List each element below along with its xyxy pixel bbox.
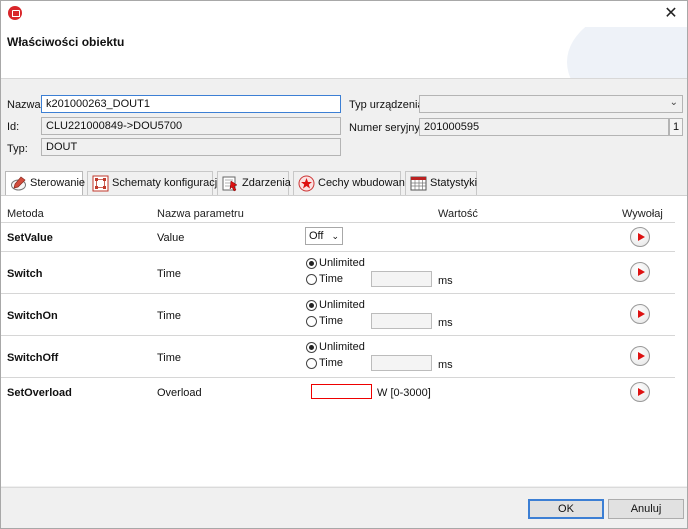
header-band: Właściwości obiektu — [1, 27, 687, 79]
footer-divider — [1, 487, 687, 488]
methods-panel: Metoda Nazwa parametru Wartość Wywołaj S… — [1, 196, 687, 486]
schema-icon — [92, 175, 109, 192]
events-icon — [222, 176, 238, 192]
switchon-time-radio[interactable] — [306, 316, 317, 327]
serial-label: Numer seryjny: — [349, 122, 423, 134]
dialog-window: ✕ Właściwości obiektu Nazwa: k201000263_… — [0, 0, 688, 529]
invoke-switch-button[interactable] — [630, 262, 650, 282]
star-icon — [298, 175, 315, 192]
tab-schematy[interactable]: Schematy konfiguracji — [87, 171, 220, 195]
switchoff-time-input[interactable] — [371, 355, 432, 371]
tab-zdarzenia[interactable]: Zdarzenia — [217, 171, 291, 195]
method-switchon: SwitchOn — [7, 310, 58, 322]
switch-time-radio[interactable] — [306, 274, 317, 285]
name-input[interactable]: k201000263_DOUT1 — [41, 95, 341, 113]
switch-unlimited-radio[interactable] — [306, 258, 317, 269]
dialog-title: Właściwości obiektu — [7, 35, 125, 49]
tab-cechy[interactable]: Cechy wbudowane — [293, 171, 411, 195]
overload-input[interactable] — [311, 384, 372, 399]
header-param: Nazwa parametru — [157, 208, 244, 220]
header-decoration — [567, 27, 687, 78]
switch-time-input[interactable] — [371, 271, 432, 287]
method-switchoff: SwitchOff — [7, 352, 59, 364]
cancel-button[interactable]: Anuluj — [608, 499, 684, 519]
row-divider — [1, 251, 675, 252]
method-switch: Switch — [7, 268, 43, 280]
header-invoke: Wywołaj — [622, 208, 663, 220]
switchon-time-input[interactable] — [371, 313, 432, 329]
invoke-switchon-button[interactable] — [630, 304, 650, 324]
switchon-time-label: Time — [319, 315, 344, 327]
close-button[interactable]: ✕ — [661, 4, 681, 24]
param-value: Value — [157, 232, 185, 244]
device-type-label: Typ urządzenia: — [349, 99, 427, 111]
serial-count: 1 — [669, 118, 683, 136]
app-home-icon — [8, 6, 22, 20]
method-setoverload: SetOverload — [7, 387, 72, 399]
serial-field: 201000595 — [419, 118, 669, 136]
switchoff-time-label: Time — [319, 357, 344, 369]
tab-label: Sterowanie — [30, 177, 86, 189]
row-divider — [1, 335, 675, 336]
setvalue-select[interactable]: Off ⌄ — [305, 227, 343, 245]
pen-icon — [11, 176, 26, 191]
id-field: CLU221000849->DOU5700 — [41, 117, 341, 135]
name-label: Nazwa: — [7, 99, 44, 111]
chevron-down-icon: ⌄ — [331, 231, 339, 241]
table-icon — [410, 176, 427, 191]
param-time: Time — [157, 310, 182, 322]
id-label: Id: — [7, 121, 20, 133]
switch-unlimited-label: Unlimited — [319, 257, 365, 269]
header-method: Metoda — [7, 208, 44, 220]
title-bar: ✕ — [1, 1, 687, 27]
header-value: Wartość — [438, 208, 478, 220]
param-time: Time — [157, 352, 182, 364]
method-setvalue: SetValue — [7, 232, 53, 244]
tab-label: Zdarzenia — [242, 177, 291, 189]
param-time: Time — [157, 268, 182, 280]
tab-label: Statystyki — [430, 177, 478, 189]
switchoff-unit: ms — [438, 359, 453, 371]
switchoff-unlimited-radio[interactable] — [306, 342, 317, 353]
switch-time-label: Time — [319, 273, 344, 285]
tab-sterowanie[interactable]: Sterowanie — [5, 171, 86, 196]
row-divider — [1, 377, 675, 378]
switch-unit: ms — [438, 275, 453, 287]
device-type-dropdown[interactable]: ⌄ — [419, 95, 683, 113]
switchon-unlimited-label: Unlimited — [319, 299, 365, 311]
invoke-setvalue-button[interactable] — [630, 227, 650, 247]
switchon-unlimited-radio[interactable] — [306, 300, 317, 311]
switchoff-time-radio[interactable] — [306, 358, 317, 369]
invoke-switchoff-button[interactable] — [630, 346, 650, 366]
invoke-setoverload-button[interactable] — [630, 382, 650, 402]
switchon-unit: ms — [438, 317, 453, 329]
tab-label: Schematy konfiguracji — [112, 177, 220, 189]
row-divider — [1, 293, 675, 294]
row-divider — [1, 222, 675, 223]
type-label: Typ: — [7, 143, 28, 155]
tab-label: Cechy wbudowane — [318, 177, 411, 189]
overload-unit: W [0-3000] — [377, 387, 431, 399]
ok-button[interactable]: OK — [528, 499, 604, 519]
type-field: DOUT — [41, 138, 341, 156]
chevron-down-icon: ⌄ — [669, 97, 678, 108]
setvalue-selected: Off — [309, 230, 324, 242]
tab-statystyki[interactable]: Statystyki — [405, 171, 477, 195]
switchoff-unlimited-label: Unlimited — [319, 341, 365, 353]
param-overload: Overload — [157, 387, 202, 399]
